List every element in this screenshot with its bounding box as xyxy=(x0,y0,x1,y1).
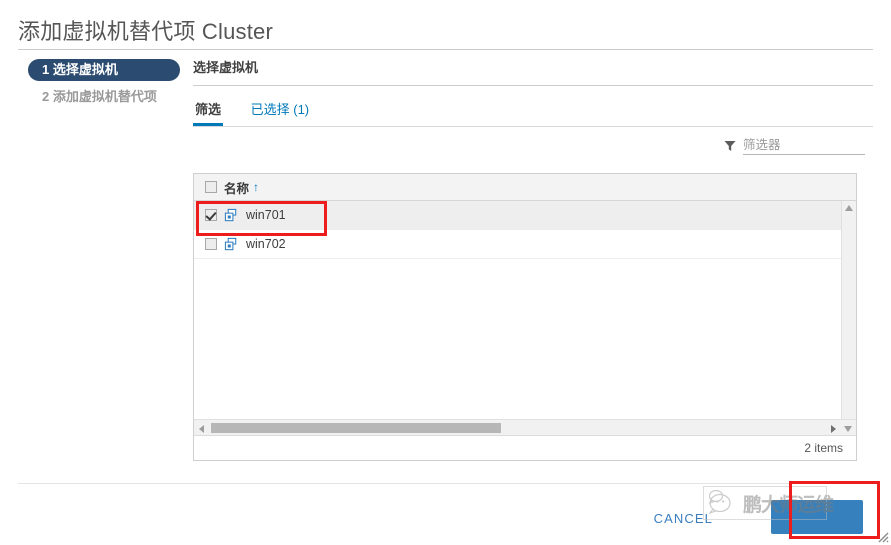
row-name-label: win701 xyxy=(246,208,286,222)
table-header-row: 名称 ↑ xyxy=(194,174,856,201)
row-select-cell xyxy=(194,209,224,221)
column-header-name-label: 名称 xyxy=(224,181,250,196)
scroll-left-icon[interactable] xyxy=(199,425,204,433)
cancel-button[interactable]: CANCEL xyxy=(646,505,721,532)
row-checkbox[interactable] xyxy=(205,209,217,221)
wizard-step-add-override-label: 2 添加虚拟机替代项 xyxy=(42,89,157,104)
resize-handle-icon[interactable] xyxy=(875,529,889,543)
row-select-cell xyxy=(194,238,224,250)
filter-control xyxy=(724,137,865,155)
funnel-icon[interactable] xyxy=(724,140,736,152)
scroll-down-icon[interactable] xyxy=(844,426,852,432)
tab-filter-label: 筛选 xyxy=(195,102,222,117)
wizard-step-select-vm-label: 1 选择虚拟机 xyxy=(42,62,118,77)
dialog-footer: CANCEL xyxy=(0,483,891,545)
sort-ascending-icon: ↑ xyxy=(253,180,260,194)
wizard-steps: 1 选择虚拟机 2 添加虚拟机替代项 xyxy=(28,59,180,113)
row-name-cell: win702 xyxy=(224,237,286,252)
column-header-name[interactable]: 名称 ↑ xyxy=(224,178,259,197)
table-footer: 2 items xyxy=(194,435,856,460)
table-vertical-scrollbar[interactable] xyxy=(841,201,856,419)
content-heading: 选择虚拟机 xyxy=(193,60,259,75)
select-all-checkbox[interactable] xyxy=(205,181,217,193)
primary-next-button[interactable] xyxy=(771,500,863,534)
title-divider xyxy=(18,49,873,50)
virtual-machine-icon xyxy=(224,237,237,250)
wizard-step-select-vm[interactable]: 1 选择虚拟机 xyxy=(28,59,180,81)
table-body: win701 win702 xyxy=(194,201,856,419)
tab-filter[interactable]: 筛选 xyxy=(193,99,224,126)
horizontal-scroll-thumb[interactable] xyxy=(211,423,501,433)
tab-selected[interactable]: 已选择 (1) xyxy=(249,99,312,126)
virtual-machine-icon xyxy=(224,208,237,221)
add-vm-override-dialog: 添加虚拟机替代项 Cluster 1 选择虚拟机 2 添加虚拟机替代项 选择虚拟… xyxy=(0,0,891,545)
row-name-cell: win701 xyxy=(224,208,286,223)
dialog-title: 添加虚拟机替代项 Cluster xyxy=(18,19,273,44)
wizard-step-add-override[interactable]: 2 添加虚拟机替代项 xyxy=(28,86,180,108)
footer-divider xyxy=(18,483,873,484)
content-pane: 选择虚拟机 筛选 已选择 (1) 筛选器 名称 ↑ win701 win702 … xyxy=(193,57,873,461)
tab-selected-label: 已选择 (1) xyxy=(250,102,310,117)
row-checkbox[interactable] xyxy=(205,238,217,250)
table-horizontal-scrollbar[interactable] xyxy=(194,419,856,435)
content-divider xyxy=(193,85,873,86)
vm-table: 名称 ↑ win701 win702 2 items xyxy=(193,173,857,461)
row-name-label: win702 xyxy=(246,237,286,251)
item-count-label: 2 items xyxy=(804,441,843,455)
table-row[interactable]: win702 xyxy=(194,230,856,259)
scroll-right-icon[interactable] xyxy=(831,425,836,433)
select-all-cell xyxy=(194,181,224,193)
tab-bar: 筛选 已选择 (1) xyxy=(193,99,873,127)
filter-input[interactable] xyxy=(743,137,865,155)
scroll-up-icon[interactable] xyxy=(845,205,853,211)
table-row[interactable]: win701 xyxy=(194,201,856,230)
filter-row xyxy=(193,135,873,167)
